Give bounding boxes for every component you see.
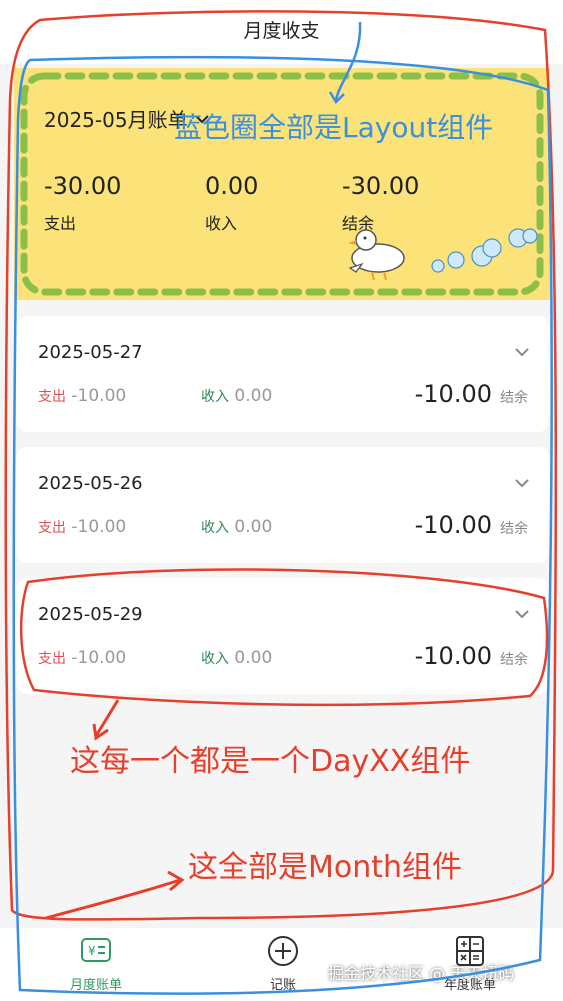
stat-expense-value: -30.00 xyxy=(44,172,122,200)
annotation-month: 这全部是Month组件 xyxy=(188,850,463,885)
day-date: 2025-05-26 xyxy=(38,473,143,494)
day-balance: -10.00 结余 xyxy=(415,380,528,408)
month-label: 2025-05月账单 xyxy=(44,108,188,132)
day-income: 收入 0.00 xyxy=(201,517,272,537)
day-expense: 支出 -10.00 xyxy=(38,386,126,406)
day-expense: 支出 -10.00 xyxy=(38,517,126,537)
day-card[interactable]: 2025-05-29 支出 -10.00 收入 0.00 -10.00 结余 xyxy=(16,578,550,694)
stat-balance-value: -30.00 xyxy=(342,172,420,200)
expense-label: 支出 xyxy=(38,651,66,667)
month-summary-card: 2025-05月账单 -30.00 支出 0.00 收入 -30.00 结余 xyxy=(14,68,550,300)
balance-label: 结余 xyxy=(500,390,528,406)
chevron-down-icon[interactable] xyxy=(514,346,530,358)
day-balance: -10.00 结余 xyxy=(415,511,528,539)
tab-monthly-bill-label: 月度账单 xyxy=(69,978,122,993)
watermark: 掘金技术社区 @ 天天扭码 xyxy=(328,964,515,983)
balance-value: -10.00 xyxy=(414,380,492,408)
day-date: 2025-05-27 xyxy=(38,342,143,363)
income-label: 收入 xyxy=(201,389,229,405)
balance-label: 结余 xyxy=(500,521,528,537)
income-label: 收入 xyxy=(201,651,229,667)
income-value: 0.00 xyxy=(234,386,273,406)
income-value: 0.00 xyxy=(234,517,273,537)
app-header: 月度收支 xyxy=(0,0,563,64)
day-income: 收入 0.00 xyxy=(201,386,272,406)
day-balance: -10.00 结余 xyxy=(415,642,528,670)
page-title: 月度收支 xyxy=(243,19,320,42)
bill-icon: ¥ xyxy=(81,938,111,962)
stat-income-value: 0.00 xyxy=(205,172,259,200)
stat-expense-label: 支出 xyxy=(44,214,77,233)
expense-label: 支出 xyxy=(38,389,66,405)
stat-income-label: 收入 xyxy=(205,214,238,233)
tab-monthly-bill[interactable]: ¥ 月度账单 xyxy=(46,934,146,993)
balance-value: -10.00 xyxy=(414,642,492,670)
expense-value: -10.00 xyxy=(71,517,127,537)
chevron-down-icon[interactable] xyxy=(514,608,530,620)
chevron-down-icon[interactable] xyxy=(514,477,530,489)
income-label: 收入 xyxy=(201,520,229,536)
balance-label: 结余 xyxy=(500,652,528,668)
annotation-day: 这每一个都是一个DayXX组件 xyxy=(70,744,471,779)
annotation-layout: 蓝色圈全部是Layout组件 xyxy=(174,111,494,144)
plus-circle-icon xyxy=(268,936,298,966)
balance-value: -10.00 xyxy=(414,511,492,539)
day-expense: 支出 -10.00 xyxy=(38,648,126,668)
income-value: 0.00 xyxy=(234,648,273,668)
stat-income: 0.00 收入 xyxy=(205,172,258,234)
tab-bookkeeping-label: 记账 xyxy=(269,978,296,993)
day-date: 2025-05-29 xyxy=(38,604,143,625)
duck-illustration xyxy=(348,228,538,281)
day-card[interactable]: 2025-05-27 支出 -10.00 收入 0.00 -10.00 结余 xyxy=(16,316,550,432)
expense-value: -10.00 xyxy=(71,648,127,668)
day-income: 收入 0.00 xyxy=(201,648,272,668)
tab-bookkeeping[interactable]: 记账 xyxy=(233,934,333,993)
svg-text:¥: ¥ xyxy=(88,944,96,958)
expense-value: -10.00 xyxy=(71,386,127,406)
day-card[interactable]: 2025-05-26 支出 -10.00 收入 0.00 -10.00 结余 xyxy=(16,447,550,563)
stat-expense: -30.00 支出 xyxy=(44,172,121,234)
expense-label: 支出 xyxy=(38,520,66,536)
